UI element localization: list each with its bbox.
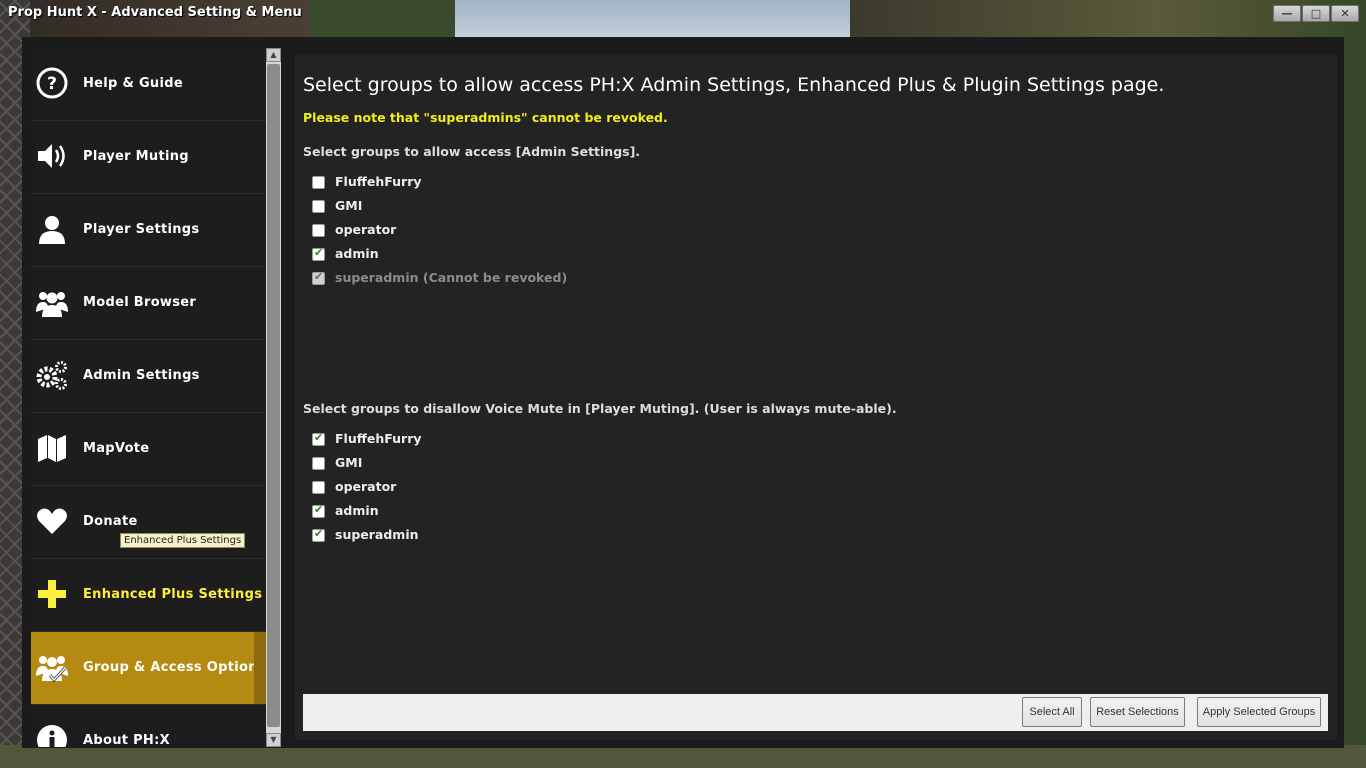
checkbox-label: operator — [335, 479, 397, 494]
checkbox-label: operator — [335, 222, 397, 237]
select-all-button[interactable]: Select All — [1022, 697, 1082, 727]
window-title: Prop Hunt X - Advanced Setting & Menu — [8, 5, 302, 20]
reset-selections-button[interactable]: Reset Selections — [1090, 697, 1185, 727]
checkbox-label: GMI — [335, 455, 363, 470]
sidebar-item-model-browser[interactable]: Model Browser — [31, 267, 266, 340]
sidebar: ? Help & Guide Player Muting Player Sett… — [31, 48, 266, 747]
sidebar-item-label: About PH:X — [83, 733, 170, 747]
plus-icon — [36, 578, 68, 610]
sidebar-item-label: Group & Access Option — [83, 660, 258, 675]
sidebar-item-enhanced-plus[interactable]: Enhanced Plus Settings — [31, 559, 266, 632]
sidebar-item-label: Enhanced Plus Settings — [83, 587, 263, 602]
voice-mute-section-title: Select groups to disallow Voice Mute in … — [303, 401, 897, 416]
checkbox[interactable] — [312, 200, 325, 213]
sidebar-item-admin-settings[interactable]: Admin Settings — [31, 340, 266, 413]
sidebar-item-player-settings[interactable]: Player Settings — [31, 194, 266, 267]
svg-text:?: ? — [47, 74, 57, 94]
sidebar-item-label: Player Settings — [83, 222, 200, 237]
checkbox-label: admin — [335, 503, 379, 518]
action-bar: Select All Reset Selections Apply Select… — [303, 694, 1328, 731]
checkbox[interactable] — [312, 481, 325, 494]
page-title: Select groups to allow access PH:X Admin… — [303, 74, 1165, 96]
close-button[interactable]: ✕ — [1331, 5, 1359, 22]
sidebar-item-donate[interactable]: Donate — [31, 486, 266, 559]
speaker-icon — [36, 140, 68, 172]
sidebar-item-mapvote[interactable]: MapVote — [31, 413, 266, 486]
apply-selected-groups-button[interactable]: Apply Selected Groups — [1197, 697, 1321, 727]
content-panel: Select groups to allow access PH:X Admin… — [295, 54, 1337, 740]
admin-access-section-title: Select groups to allow access [Admin Set… — [303, 144, 641, 159]
users-icon — [36, 286, 68, 318]
checkbox-label: admin — [335, 246, 379, 261]
user-icon — [36, 213, 68, 245]
minimize-button[interactable]: — — [1273, 5, 1301, 22]
sidebar-item-player-muting[interactable]: Player Muting — [31, 121, 266, 194]
checkbox-label: GMI — [335, 198, 363, 213]
sidebar-item-label: Donate — [83, 514, 138, 529]
maximize-button[interactable]: □ — [1302, 5, 1330, 22]
sidebar-item-label: Model Browser — [83, 295, 197, 310]
checkbox[interactable] — [312, 503, 325, 518]
sidebar-item-label: Player Muting — [83, 149, 189, 164]
group-check-icon — [36, 651, 68, 683]
superadmin-note: Please note that "superadmins" cannot be… — [303, 110, 668, 125]
sidebar-item-label: MapVote — [83, 441, 150, 456]
checkbox-label: superadmin (Cannot be revoked) — [335, 270, 568, 285]
sidebar-item-label: Help & Guide — [83, 76, 183, 91]
sidebar-scrollbar[interactable]: ▲ ▼ — [266, 48, 281, 747]
scroll-down-arrow-icon[interactable]: ▼ — [266, 733, 281, 747]
help-icon: ? — [36, 67, 68, 99]
checkbox-label: FluffehFurry — [335, 431, 422, 446]
background-ground — [0, 745, 1366, 768]
sidebar-item-label: Admin Settings — [83, 368, 200, 383]
sidebar-item-group-access[interactable]: Group & Access Option — [31, 632, 266, 705]
tooltip: Enhanced Plus Settings — [120, 533, 246, 548]
checkbox-disabled — [312, 270, 325, 285]
checkbox[interactable] — [312, 224, 325, 237]
checkbox-label: superadmin — [335, 527, 419, 542]
heart-icon — [36, 505, 68, 537]
checkbox[interactable] — [312, 457, 325, 470]
info-icon — [36, 724, 68, 747]
checkbox[interactable] — [312, 527, 325, 542]
checkbox[interactable] — [312, 246, 325, 261]
sidebar-item-help-guide[interactable]: ? Help & Guide — [31, 48, 266, 121]
scrollbar-thumb[interactable] — [267, 64, 280, 727]
checkbox[interactable] — [312, 176, 325, 189]
map-icon — [36, 432, 68, 464]
sidebar-item-about[interactable]: About PH:X — [31, 705, 266, 747]
checkbox[interactable] — [312, 431, 325, 446]
scroll-up-arrow-icon[interactable]: ▲ — [266, 48, 281, 62]
checkbox-label: FluffehFurry — [335, 174, 422, 189]
gears-icon — [36, 359, 68, 391]
title-bar: Prop Hunt X - Advanced Setting & Menu — … — [0, 0, 1366, 36]
